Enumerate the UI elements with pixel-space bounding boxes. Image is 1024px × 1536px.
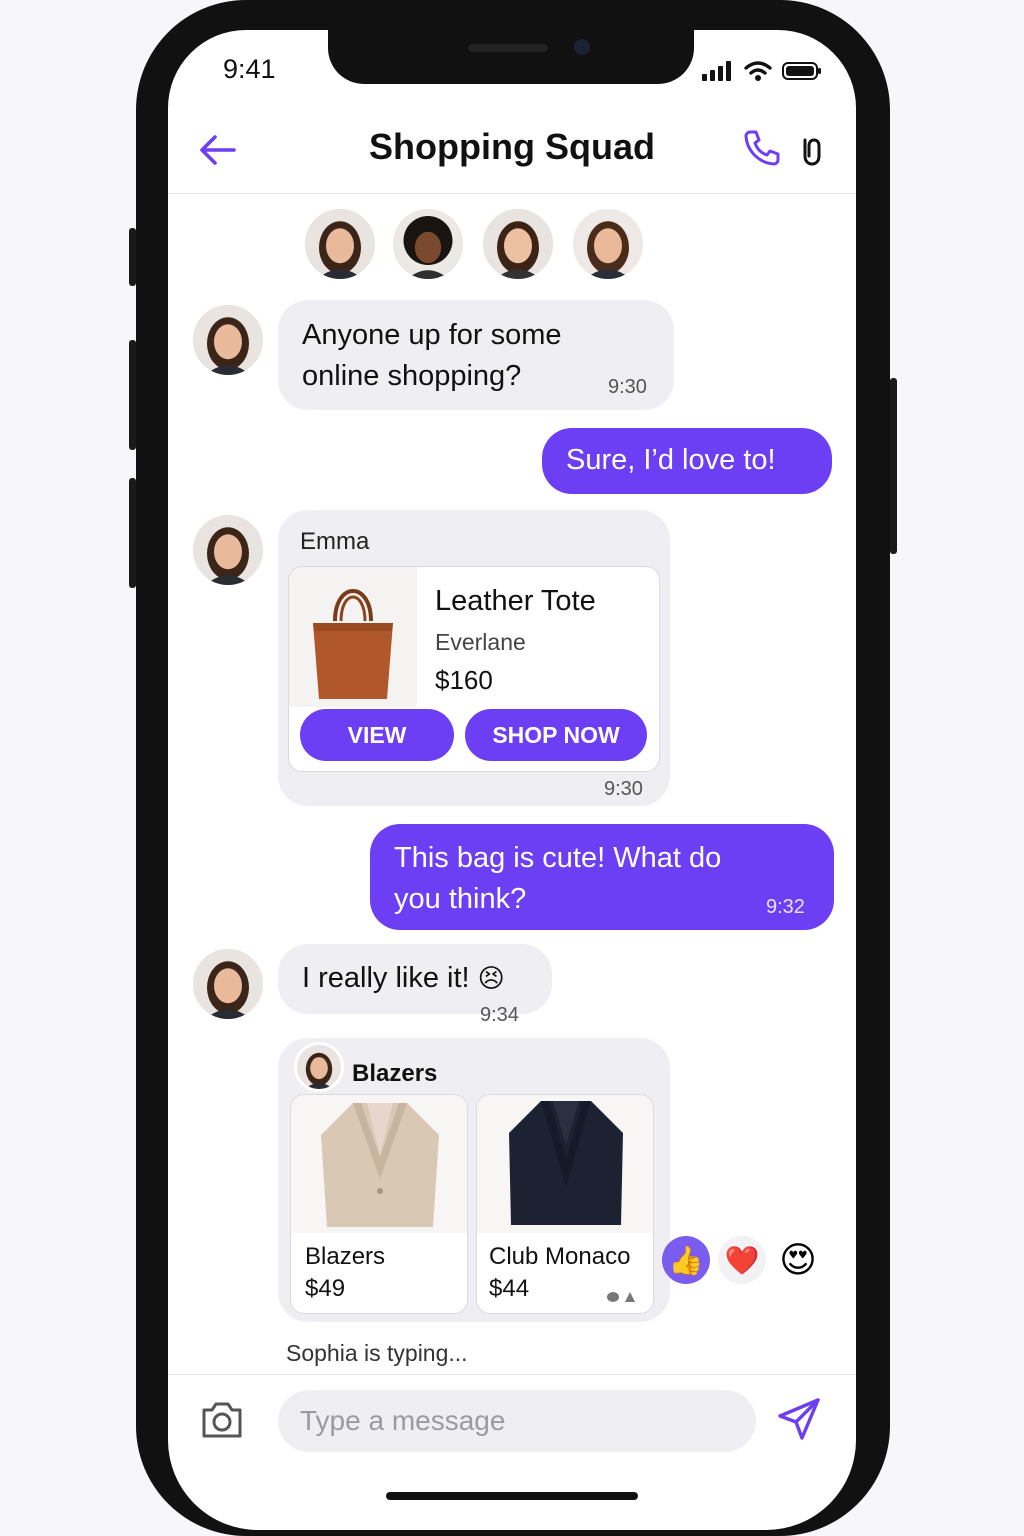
incoming-message[interactable]: Anyone up for some online shopping? 9:30 (278, 300, 674, 410)
member-avatar[interactable] (570, 206, 646, 282)
earpiece-speaker (468, 44, 548, 52)
outgoing-message[interactable]: This bag is cute! What do you think? 9:3… (370, 824, 834, 930)
product-price: $160 (435, 665, 493, 695)
message-text: Sure, I’d love to! (566, 444, 776, 476)
product-card[interactable]: Leather Tote Everlane $160 VIEW SHOP NOW (288, 566, 660, 772)
send-button[interactable] (776, 1396, 822, 1447)
sender-avatar[interactable] (294, 1042, 344, 1092)
product-name: Leather Tote (435, 585, 596, 617)
volume-up-button (129, 340, 136, 450)
person-photo (573, 209, 643, 279)
product-card[interactable]: Blazers $49 (290, 1094, 468, 1314)
call-button[interactable] (742, 128, 782, 173)
mute-switch (129, 228, 136, 286)
read-receipt-icon (607, 1292, 635, 1302)
phone-icon (744, 130, 780, 166)
shop-now-button[interactable]: SHOP NOW (465, 709, 647, 761)
sender-avatar[interactable] (190, 302, 266, 378)
typing-indicator: Sophia is typing... (286, 1340, 468, 1366)
sender-name: Emma (300, 528, 370, 555)
message-time: 9:32 (766, 896, 805, 918)
product-price: $44 (489, 1275, 530, 1302)
camera-button[interactable] (200, 1398, 244, 1445)
product-card[interactable]: Club Monaco $44 (476, 1094, 654, 1314)
message-time: 9:34 (480, 1004, 519, 1026)
sender-avatar[interactable] (190, 512, 266, 588)
person-photo (393, 209, 463, 279)
volume-down-button (129, 478, 136, 588)
member-avatar[interactable] (390, 206, 466, 282)
view-button[interactable]: VIEW (300, 709, 454, 761)
person-photo (193, 949, 263, 1019)
member-avatar[interactable] (480, 206, 556, 282)
paperclip-icon (803, 138, 821, 166)
power-button (890, 378, 897, 554)
status-time: 9:41 (223, 54, 276, 84)
black-blazer-image (477, 1095, 653, 1233)
message-time: 9:30 (608, 376, 647, 398)
collection-title: Blazers (352, 1060, 438, 1087)
outgoing-message[interactable]: Sure, I’d love to! (542, 428, 832, 494)
persevering-face-emoji: 😣 (477, 963, 505, 993)
camera-icon (202, 1402, 242, 1438)
attach-button[interactable] (796, 130, 830, 173)
product-name: Club Monaco (489, 1243, 631, 1270)
phone-screen: 9:41 Shopping Squad Anyone up for some o… (168, 30, 856, 1530)
beige-blazer-image (291, 1095, 467, 1233)
message-input[interactable] (278, 1390, 756, 1452)
message-text: This bag is cute! What do you think? (394, 842, 722, 915)
person-photo (297, 1045, 341, 1089)
person-photo (193, 305, 263, 375)
front-camera (574, 39, 590, 55)
reaction-heart-eyes[interactable]: 😍 (774, 1236, 822, 1284)
notch (328, 30, 694, 84)
product-name: Blazers (305, 1243, 386, 1270)
battery-icon (782, 62, 821, 80)
incoming-product-message: Emma Leather Tote Everlane $160 VIEW SHO… (278, 510, 670, 806)
product-brand: Everlane (435, 629, 526, 655)
person-photo (193, 515, 263, 585)
reaction-thumbs-up[interactable]: 👍 (662, 1236, 710, 1284)
cellular-signal-icon (702, 61, 731, 81)
person-photo (483, 209, 553, 279)
product-price: $49 (305, 1275, 346, 1302)
person-photo (305, 209, 375, 279)
home-indicator[interactable] (386, 1492, 638, 1500)
message-time: 9:30 (604, 778, 643, 800)
send-icon (778, 1398, 820, 1440)
sender-avatar[interactable] (190, 946, 266, 1022)
chat-header: Shopping Squad (168, 122, 856, 194)
message-text-content: I really like it! (302, 962, 470, 994)
leather-tote-image (289, 567, 417, 707)
message-text: Anyone up for some online shopping? (302, 319, 562, 392)
message-text: I really like it! 😣 (302, 958, 505, 999)
incoming-collection-message: Blazers Blazers $49 Club Monaco $44 (278, 1038, 670, 1322)
composer-divider (168, 1374, 856, 1375)
wifi-icon (744, 61, 772, 81)
member-avatar[interactable] (302, 206, 378, 282)
reaction-heart[interactable]: ❤️ (718, 1236, 766, 1284)
status-icons (702, 60, 822, 82)
